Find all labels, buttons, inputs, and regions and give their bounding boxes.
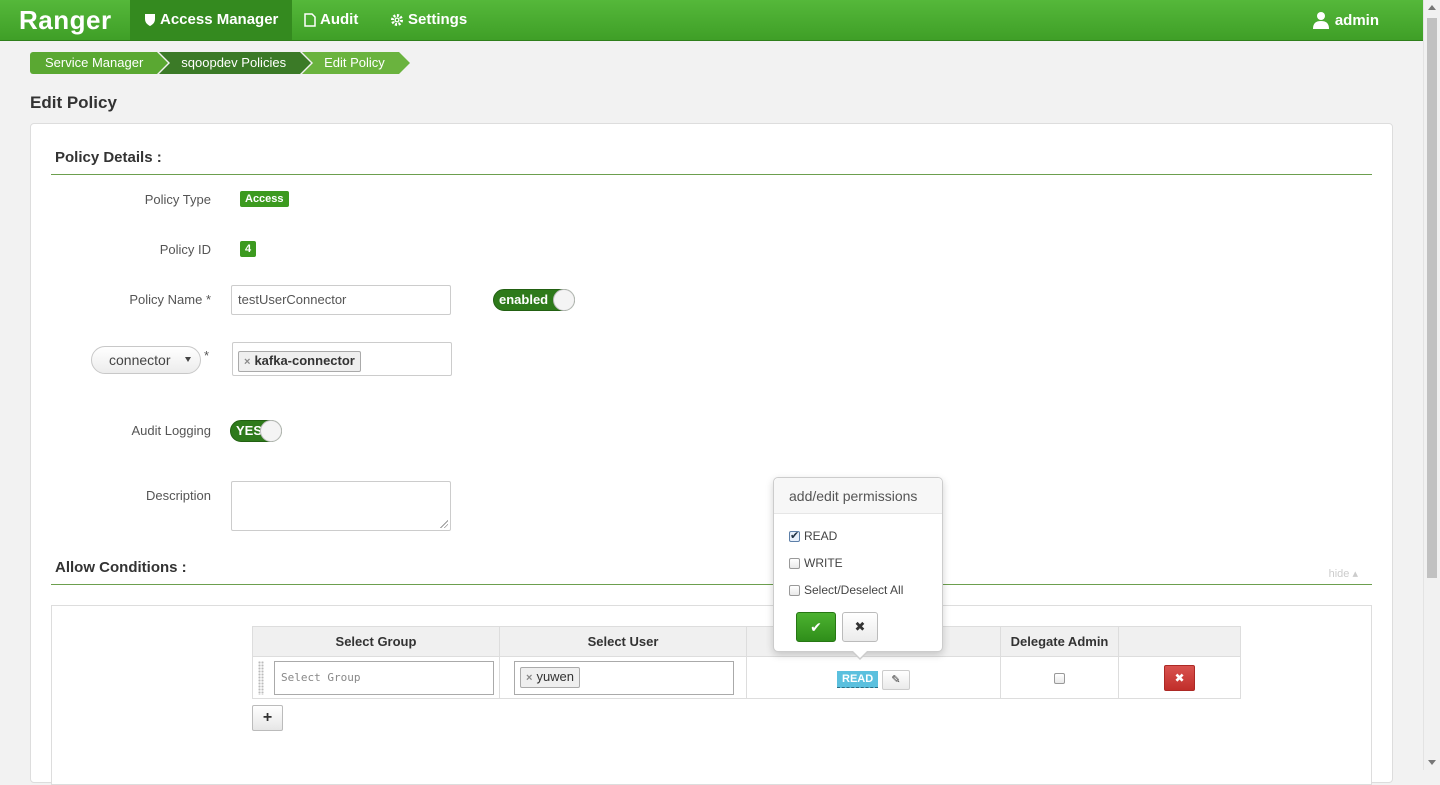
group-cell: Select Group [252,656,500,699]
policy-name-input[interactable]: testUserConnector [231,285,451,315]
nav-settings[interactable]: Settings [376,0,481,40]
permission-read-label[interactable]: READ [837,671,879,688]
hide-link-label: hide [1328,568,1350,580]
permissions-cell: READ ✎ [746,656,1001,699]
permissions-popover: add/edit permissions READ WRITE Select/D… [773,477,943,660]
nav-audit-label: Audit [320,11,359,28]
select-user-input[interactable]: × yuwen [514,661,734,695]
nav-audit[interactable]: Audit [290,0,372,40]
confirm-permissions-button[interactable]: ✔ [796,612,836,642]
remove-tag-icon[interactable]: × [526,672,532,684]
resource-tag-label: kafka-connector [254,353,355,368]
description-textarea[interactable] [231,481,451,531]
resource-tag: × kafka-connector [238,351,361,372]
breadcrumb-service-manager[interactable]: Service Manager [30,52,171,74]
breadcrumb-edit-policy: Edit Policy [302,52,412,74]
user-name: admin [1334,11,1379,29]
nav-settings-label: Settings [408,11,468,28]
scroll-down-icon[interactable] [1428,760,1436,765]
breadcrumb: Service Manager sqoopdev Policies Edit P… [30,52,412,74]
policy-enabled-toggle[interactable]: enabled [493,289,575,311]
caret-down-icon [185,357,191,362]
col-actions [1118,626,1241,657]
cancel-permissions-button[interactable]: ✖ [842,612,878,642]
policy-details-heading: Policy Details : [51,149,1372,175]
hide-link[interactable]: hide ▴ [1329,567,1358,580]
pencil-icon: ✎ [891,674,901,686]
write-checkbox[interactable] [789,557,800,569]
check-icon: ✔ [810,619,822,635]
permissions-table: Select Group Select User Delegate Admin … [252,626,1241,699]
nav-access-manager[interactable]: Access Manager [130,0,293,40]
edit-permissions-button[interactable]: ✎ [882,670,910,690]
permissions-header-row: Select Group Select User Delegate Admin [252,626,1241,657]
permission-option-select-all[interactable]: Select/Deselect All [789,583,903,597]
delegate-admin-checkbox[interactable] [1054,673,1065,685]
write-option-label: WRITE [804,556,843,570]
top-navbar: Ranger Access Manager Audit Settings adm… [0,0,1423,41]
col-select-group: Select Group [252,626,500,657]
resource-tags-input[interactable]: × kafka-connector [232,342,452,376]
select-all-checkbox[interactable] [789,584,800,596]
read-checkbox[interactable] [789,529,800,542]
policy-id-label: Policy ID [159,242,211,257]
audit-logging-label: Audit Logging [131,423,211,438]
select-group-input[interactable]: Select Group [274,661,494,695]
close-icon: ✖ [1174,671,1185,685]
user-cell: × yuwen [499,656,747,699]
resize-grip-icon[interactable] [440,520,448,528]
allow-conditions-heading: Allow Conditions : hide ▴ [51,559,1372,585]
permission-option-read[interactable]: READ [789,529,837,543]
gear-icon [391,14,403,26]
page-scrollbar[interactable] [1423,0,1440,770]
file-icon [304,13,316,27]
description-label: Description [145,488,211,503]
toggle-knob [260,420,282,442]
allow-conditions-title: Allow Conditions : [55,559,187,576]
drag-handle-icon[interactable] [258,661,264,695]
nav-access-manager-label: Access Manager [160,11,279,28]
audit-logging-toggle-label: YES [236,423,263,438]
user-menu[interactable]: admin [1312,0,1379,40]
policy-type-badge: Access [240,191,289,207]
close-icon: ✖ [854,619,866,634]
user-tag: × yuwen [520,667,581,688]
policy-id-badge: 4 [240,241,257,257]
delete-row-button[interactable]: ✖ [1164,665,1195,691]
table-row: Select Group × yuwen READ ✎ ✖ [252,656,1241,699]
scrollbar-thumb[interactable] [1427,18,1437,578]
policy-type-label: Policy Type [144,192,211,207]
resource-required-marker: * [204,348,210,363]
audit-logging-toggle[interactable]: YES [230,420,282,442]
add-row-button[interactable]: + [252,705,283,731]
actions-cell: ✖ [1118,656,1241,699]
col-select-user: Select User [499,626,747,657]
col-delegate-admin: Delegate Admin [1000,626,1119,657]
popover-title: add/edit permissions [774,478,942,514]
remove-tag-icon[interactable]: × [244,356,250,368]
resource-type-select[interactable]: connector [91,346,201,374]
brand-logo[interactable]: Ranger [19,5,112,36]
policy-enabled-toggle-label: enabled [499,292,549,307]
policy-name-label: Policy Name * [129,292,211,307]
policy-details-title: Policy Details : [55,149,162,166]
shield-icon [145,14,155,26]
plus-icon: + [262,709,273,726]
permission-option-write[interactable]: WRITE [789,556,843,570]
toggle-knob [553,289,575,311]
breadcrumb-policies[interactable]: sqoopdev Policies [159,52,313,74]
page-title: Edit Policy [30,93,117,112]
delegate-admin-cell [1000,656,1119,699]
scroll-up-icon[interactable] [1428,5,1436,10]
user-tag-label: yuwen [536,669,575,684]
popover-arrow [851,650,869,660]
select-all-option-label: Select/Deselect All [804,583,904,597]
resource-type-value: connector [109,352,171,368]
read-option-label: READ [804,529,838,543]
user-icon [1312,12,1329,29]
